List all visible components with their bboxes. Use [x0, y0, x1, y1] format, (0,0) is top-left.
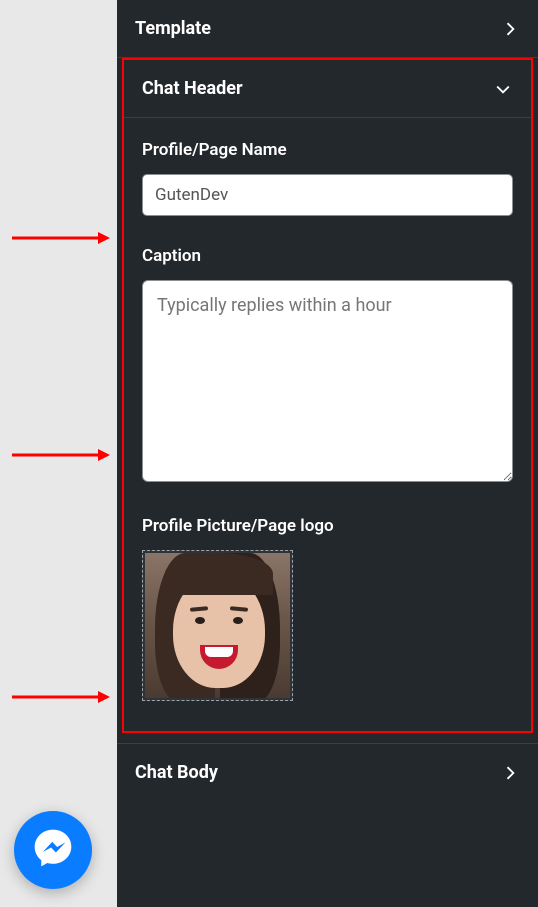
annotation-arrow-icon: [10, 228, 110, 248]
messenger-icon: [31, 826, 75, 874]
profile-name-input[interactable]: [142, 174, 513, 216]
section-chat-header-header[interactable]: Chat Header: [124, 60, 531, 118]
section-chat-header-title: Chat Header: [142, 78, 243, 99]
section-chat-body-header[interactable]: Chat Body: [117, 743, 538, 801]
caption-field: Caption: [142, 246, 513, 486]
settings-sidebar: Template Chat Header Profile/Page Name C…: [117, 0, 538, 907]
profile-name-field: Profile/Page Name: [142, 140, 513, 216]
section-template-header[interactable]: Template: [117, 0, 538, 58]
chevron-right-icon: [500, 763, 520, 783]
profile-picture-upload[interactable]: [142, 550, 293, 701]
chat-header-highlight: Chat Header Profile/Page Name Caption Pr…: [122, 58, 533, 733]
profile-picture-preview: [145, 553, 290, 698]
chevron-down-icon: [493, 79, 513, 99]
messenger-fab-button[interactable]: [14, 811, 92, 889]
caption-input[interactable]: [142, 280, 513, 482]
chevron-right-icon: [500, 19, 520, 39]
profile-picture-label: Profile Picture/Page logo: [142, 516, 513, 536]
section-template-title: Template: [135, 18, 211, 39]
chat-header-body: Profile/Page Name Caption Profile Pictur…: [124, 118, 531, 731]
profile-picture-field: Profile Picture/Page logo: [142, 516, 513, 701]
profile-name-label: Profile/Page Name: [142, 140, 513, 160]
annotation-arrow-icon: [10, 687, 110, 707]
annotation-arrow-icon: [10, 445, 110, 465]
section-chat-body-title: Chat Body: [135, 762, 218, 783]
caption-label: Caption: [142, 246, 513, 266]
